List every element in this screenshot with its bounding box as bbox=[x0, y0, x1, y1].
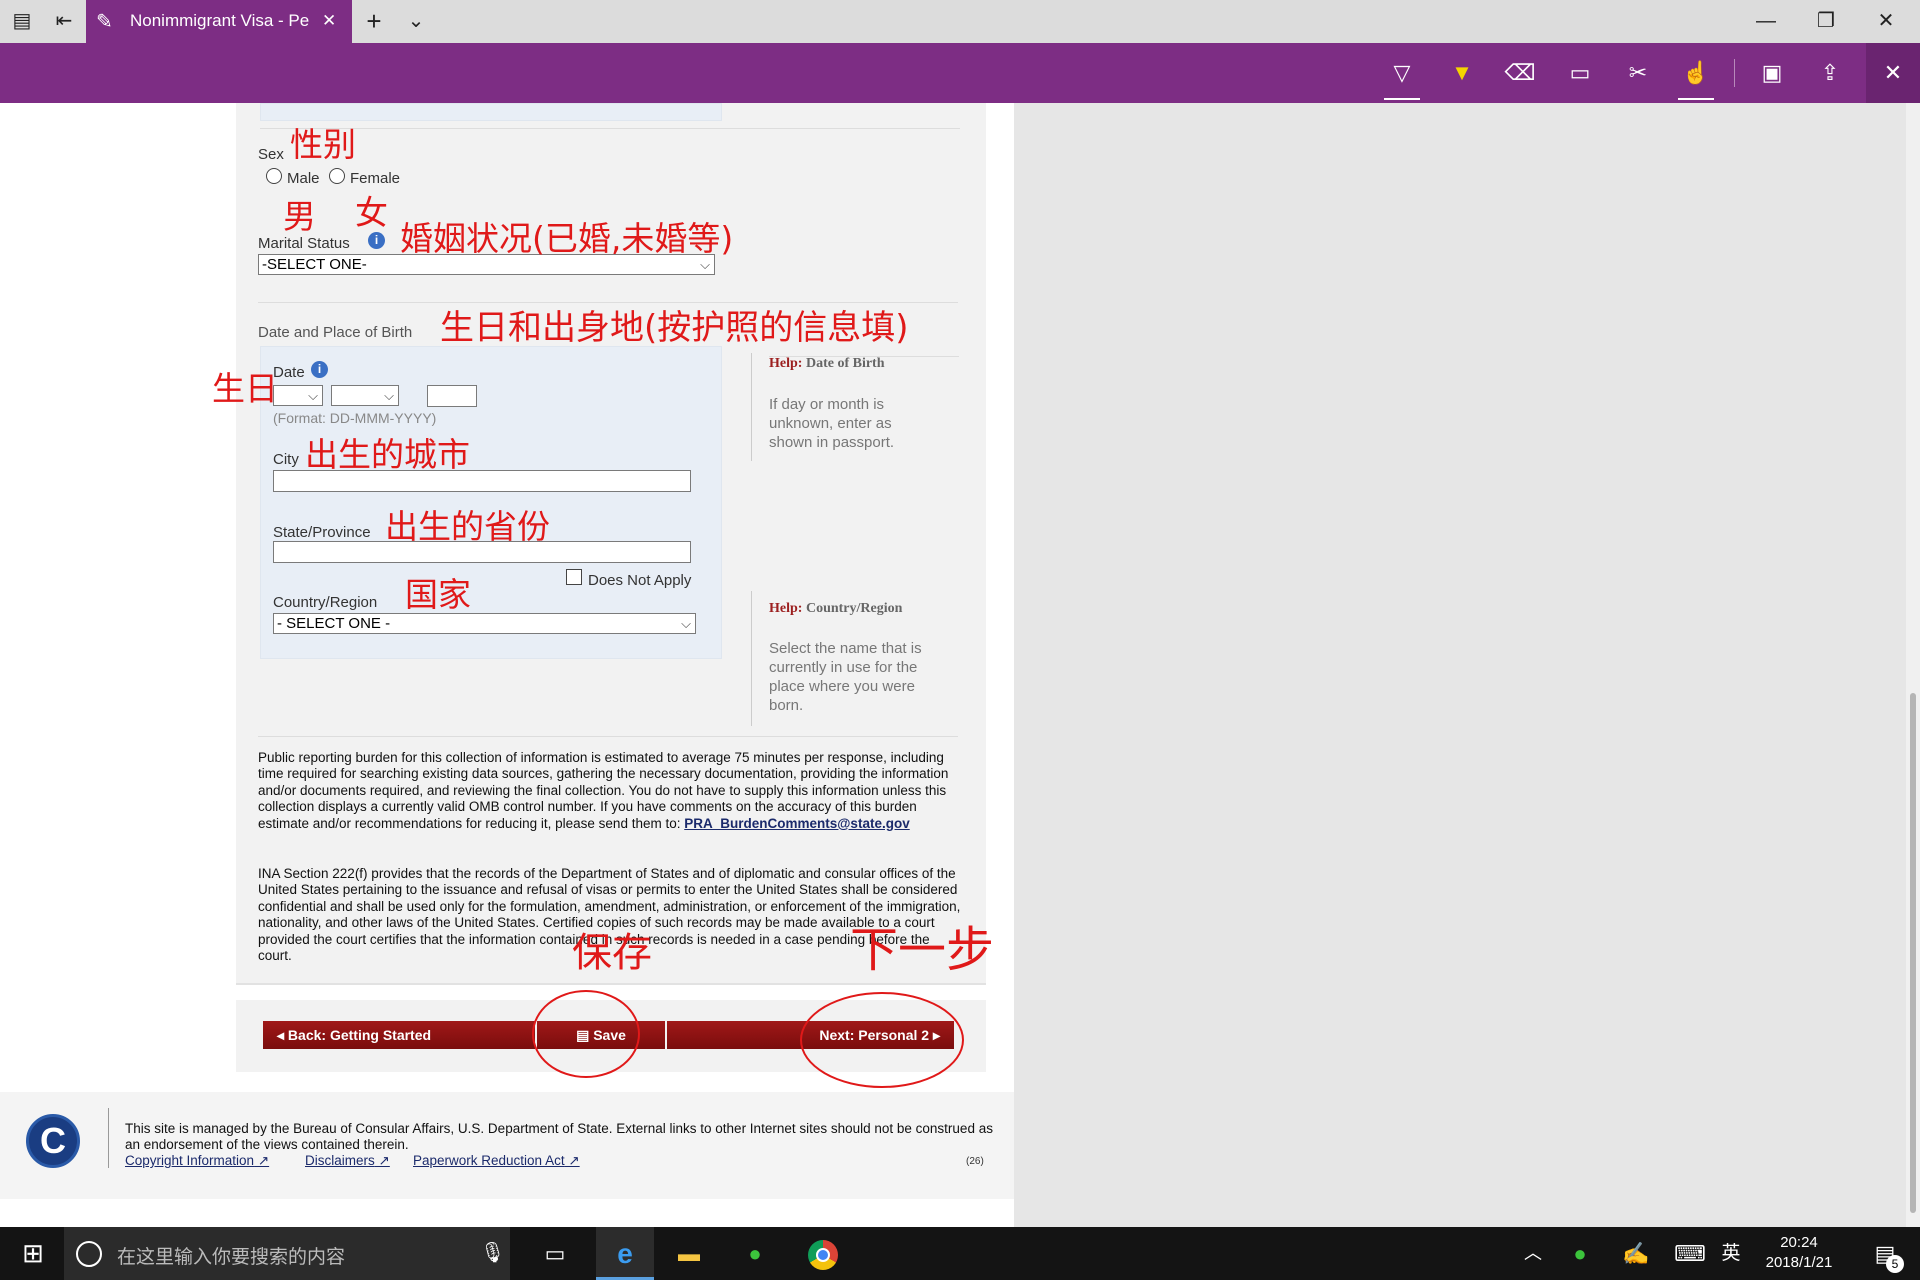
task-view-icon[interactable]: ▭ bbox=[528, 1227, 582, 1280]
annotation-country: 国家 bbox=[405, 575, 471, 614]
sex-female-radio[interactable] bbox=[329, 168, 345, 184]
annotation-dob-place: 生日和出身地(按护照的信息填) bbox=[440, 308, 909, 348]
ime-indicator[interactable]: 英 bbox=[1716, 1227, 1746, 1280]
site-footer: C This site is managed by the Bureau of … bbox=[0, 1092, 1014, 1199]
help-dob-body: If day or month is unknown, enter as sho… bbox=[769, 396, 895, 451]
sex-label: Sex bbox=[258, 146, 284, 163]
annotation-marital: 婚姻状况(已婚,未婚等) bbox=[400, 219, 734, 258]
annotation-birthday: 生日 bbox=[212, 369, 278, 408]
help-country-body: Select the name that is currently in use… bbox=[769, 640, 922, 714]
does-not-apply-label: Does Not Apply bbox=[588, 572, 692, 589]
annotation-next: 下一步 bbox=[850, 922, 995, 978]
tab-close-icon[interactable]: ✕ bbox=[322, 11, 336, 31]
minimize-button[interactable]: — bbox=[1746, 0, 1786, 43]
annotation-female: 女 bbox=[355, 193, 388, 232]
copyright-link[interactable]: Copyright Information ↗ bbox=[125, 1153, 269, 1169]
page-code: (26) bbox=[966, 1156, 984, 1167]
scrollbar[interactable] bbox=[1906, 103, 1920, 1227]
save-note-icon[interactable]: ▣ bbox=[1748, 43, 1796, 103]
show-hidden-icons-chevron[interactable]: ︿ bbox=[1518, 1227, 1548, 1280]
web-note-toolbar: ▽ ▼ ⌫ ▭ ✂ ☝ ▣ ⇪ ✕ bbox=[0, 43, 1920, 103]
does-not-apply-checkbox[interactable] bbox=[566, 569, 582, 585]
sex-female-label: Female bbox=[350, 170, 401, 187]
cortana-icon bbox=[76, 1241, 102, 1267]
annotation-province: 出生的省份 bbox=[385, 507, 550, 546]
burden-email-link[interactable]: PRA_BurdenComments@state.gov bbox=[684, 816, 909, 831]
annotation-save: 保存 bbox=[572, 930, 652, 976]
chevron-down-icon: ⌵ bbox=[384, 388, 394, 403]
active-tab[interactable]: ✎ Nonimmigrant Visa - Pe ✕ bbox=[86, 0, 352, 43]
search-placeholder: 在这里输入你要搜索的内容 bbox=[117, 1247, 346, 1268]
file-explorer-icon[interactable]: ▬ bbox=[662, 1227, 716, 1280]
taskbar-search[interactable]: 在这里输入你要搜索的内容 🎙 bbox=[64, 1227, 510, 1280]
pen-tab-icon: ✎ bbox=[96, 11, 113, 33]
edge-icon[interactable]: e bbox=[596, 1227, 654, 1280]
sex-male-label: Male bbox=[287, 170, 320, 187]
tab-list-chevron-icon[interactable]: ⌄ bbox=[396, 0, 436, 43]
new-tab-icon[interactable]: + bbox=[354, 0, 394, 43]
eraser-icon[interactable]: ⌫ bbox=[1496, 43, 1544, 103]
tab-title: Nonimmigrant Visa - Pe bbox=[130, 11, 310, 30]
exit-note-icon[interactable]: ✕ bbox=[1866, 43, 1920, 103]
close-window-button[interactable]: ✕ bbox=[1866, 0, 1906, 43]
touch-writing-icon[interactable]: ☝ bbox=[1672, 43, 1720, 103]
microphone-icon[interactable]: 🎙 bbox=[480, 1240, 505, 1265]
dob-section-title: Date and Place of Birth bbox=[258, 324, 413, 341]
maximize-button[interactable]: ❐ bbox=[1806, 0, 1846, 43]
country-select[interactable]: - SELECT ONE - ⌵ bbox=[273, 613, 696, 634]
state-label: State/Province bbox=[273, 524, 371, 541]
windows-start-icon[interactable]: ⊞ bbox=[6, 1227, 60, 1280]
city-label: City bbox=[273, 451, 299, 468]
pen-icon[interactable]: ▽ bbox=[1378, 43, 1426, 103]
taskbar-clock[interactable]: 20:24 2018/1/21 bbox=[1754, 1233, 1844, 1273]
keyboard-icon[interactable]: ⌨ bbox=[1670, 1227, 1710, 1280]
set-aside-tabs-icon[interactable]: ⇤ bbox=[44, 0, 84, 43]
browser-tab-bar: ▤ ⇤ ✎ Nonimmigrant Visa - Pe ✕ + ⌄ — ❐ ✕ bbox=[0, 0, 1920, 43]
annotation-sex: 性别 bbox=[290, 125, 356, 164]
country-label: Country/Region bbox=[273, 594, 378, 611]
annotation-city: 出生的城市 bbox=[305, 435, 470, 474]
consular-affairs-logo: C bbox=[26, 1114, 80, 1168]
blank-area bbox=[1014, 103, 1906, 1227]
app-window: ▤ ⇤ ✎ Nonimmigrant Visa - Pe ✕ + ⌄ — ❐ ✕… bbox=[0, 0, 1920, 1280]
annotation-circle-next bbox=[800, 992, 964, 1088]
share-icon[interactable]: ⇪ bbox=[1806, 43, 1854, 103]
wechat-tray-icon[interactable]: ● bbox=[1562, 1227, 1598, 1280]
chevron-down-icon: ⌵ bbox=[681, 616, 691, 631]
pen-workspace-icon[interactable]: ✍ bbox=[1618, 1227, 1654, 1280]
notification-badge: 5 bbox=[1886, 1255, 1904, 1273]
highlighter-icon[interactable]: ▼ bbox=[1438, 43, 1486, 103]
help-country-title: Help: Country/Region bbox=[769, 601, 903, 616]
tabs-overview-icon[interactable]: ▤ bbox=[2, 0, 42, 43]
annotation-circle-save bbox=[532, 990, 640, 1078]
month-select[interactable]: ⌵ bbox=[331, 385, 399, 406]
back-button[interactable]: ◂ Back: Getting Started bbox=[263, 1021, 535, 1049]
info-icon[interactable]: i bbox=[368, 232, 385, 249]
help-dob-title: Help: Date of Birth bbox=[769, 356, 885, 371]
taskbar: ⊞ 在这里输入你要搜索的内容 🎙 ▭ e ▬ ● ︿ ● ✍ ⌨ 英 20:24… bbox=[0, 1227, 1920, 1280]
disclaimers-link[interactable]: Disclaimers ↗ bbox=[305, 1153, 390, 1169]
paperwork-link[interactable]: Paperwork Reduction Act ↗ bbox=[413, 1153, 580, 1169]
day-select[interactable]: ⌵ bbox=[273, 385, 323, 406]
annotation-male: 男 bbox=[283, 197, 316, 236]
info-icon[interactable]: i bbox=[311, 361, 328, 378]
footer-text: This site is managed by the Bureau of Co… bbox=[125, 1121, 993, 1152]
scrollbar-thumb[interactable] bbox=[1910, 693, 1916, 1213]
action-center-icon[interactable]: ▤ bbox=[1860, 1227, 1910, 1280]
chevron-down-icon: ⌵ bbox=[308, 388, 318, 403]
add-note-icon[interactable]: ▭ bbox=[1556, 43, 1604, 103]
date-format-hint: (Format: DD-MMM-YYYY) bbox=[273, 410, 437, 426]
year-input[interactable] bbox=[427, 385, 477, 407]
wechat-icon[interactable]: ● bbox=[728, 1227, 782, 1280]
sex-male-radio[interactable] bbox=[266, 168, 282, 184]
clip-icon[interactable]: ✂ bbox=[1614, 43, 1662, 103]
burden-notice: Public reporting burden for this collect… bbox=[258, 750, 949, 831]
